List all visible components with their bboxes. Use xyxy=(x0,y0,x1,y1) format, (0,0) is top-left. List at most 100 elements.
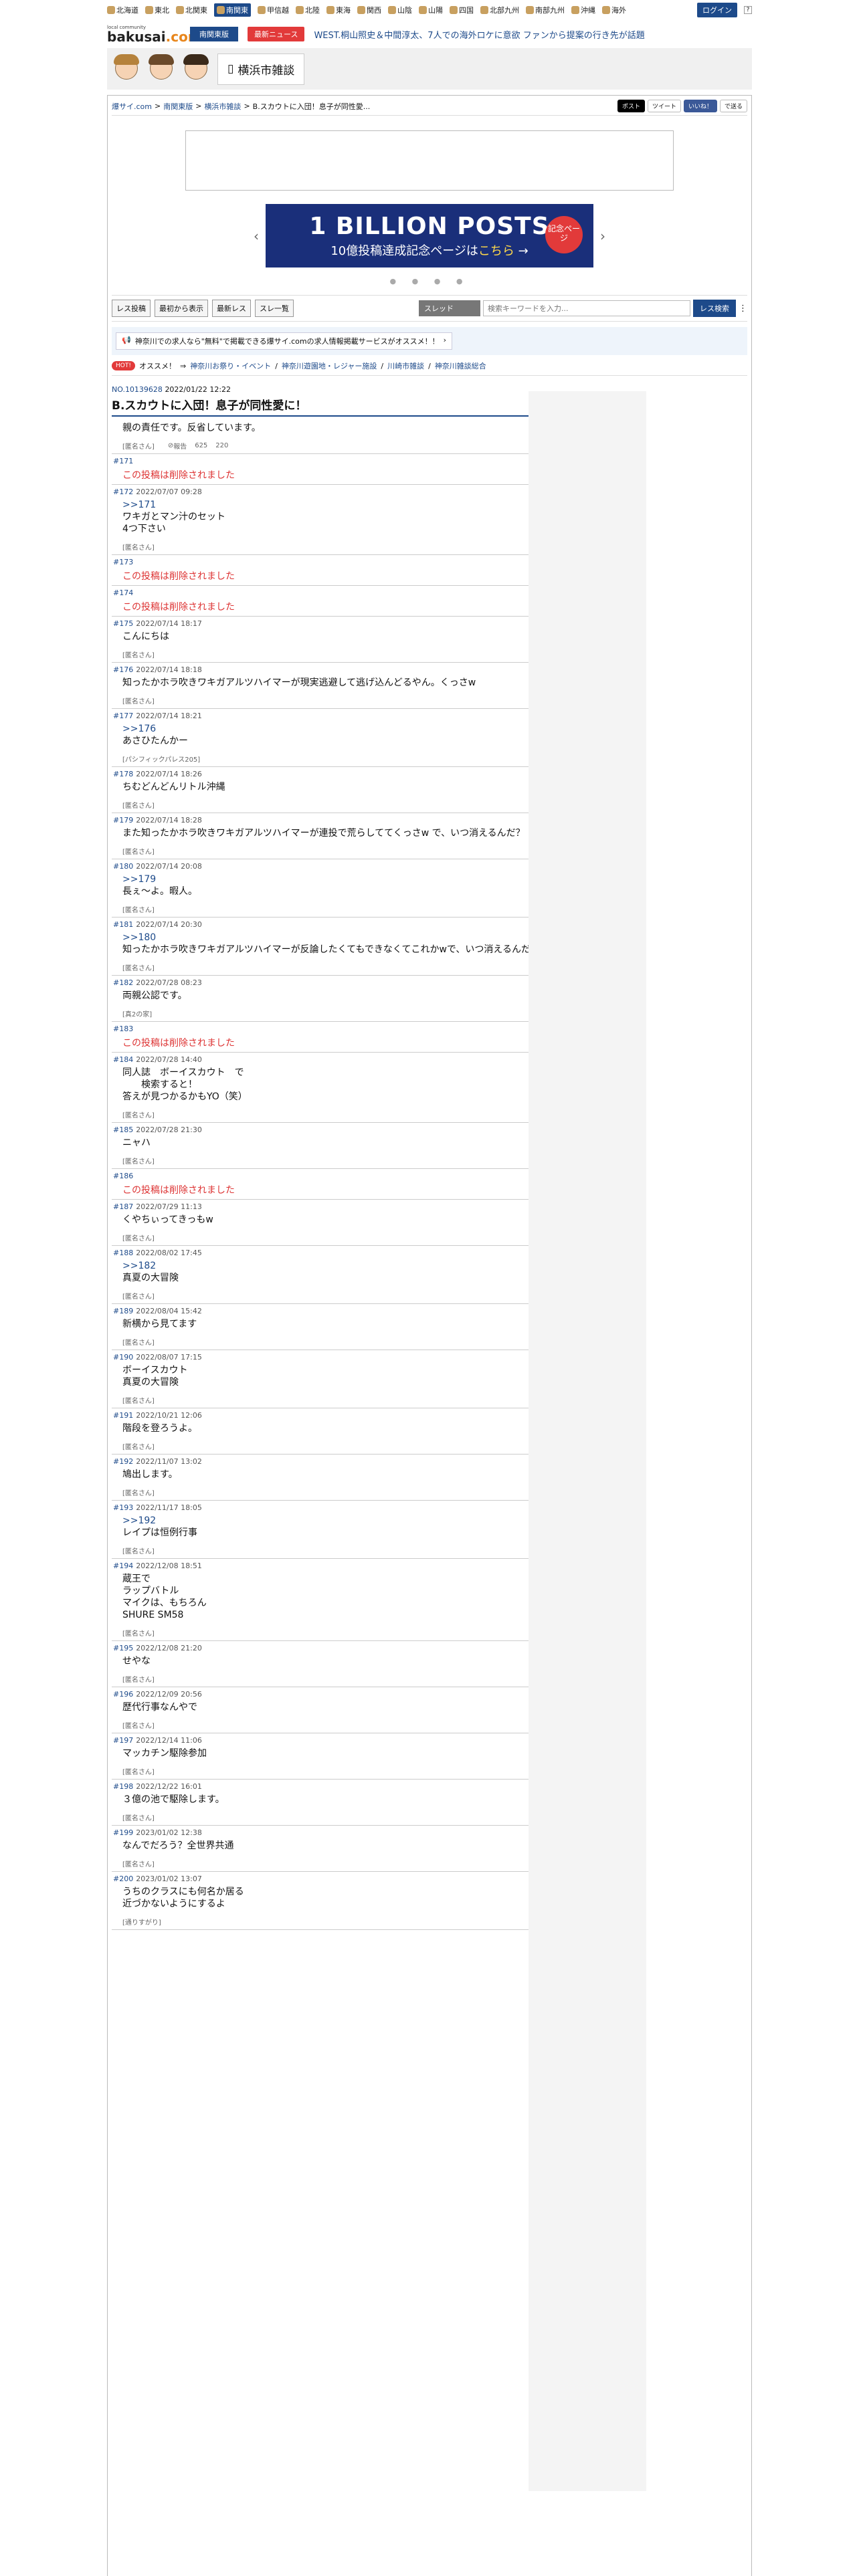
post-number[interactable]: #199 xyxy=(113,1828,133,1837)
search-input[interactable] xyxy=(483,300,690,316)
anniversary-banner[interactable]: 1 BILLION POSTS 10億投稿達成記念ページはこちら → 記念ページ xyxy=(266,204,593,267)
thread-meta: NO.10139628 2022/01/22 12:22 xyxy=(112,385,747,394)
post-date: 2022/12/08 21:20 xyxy=(136,1644,202,1652)
report-icon[interactable]: ⊘ xyxy=(168,442,173,449)
post-number[interactable]: #195 xyxy=(113,1644,133,1652)
post-number[interactable]: #192 xyxy=(113,1457,133,1466)
post-number[interactable]: #179 xyxy=(113,816,133,825)
region-icon xyxy=(107,6,115,14)
help-icon[interactable]: ? xyxy=(744,6,752,14)
region-edition-button[interactable]: 南関東版 xyxy=(190,27,238,41)
region-label: 東海 xyxy=(336,6,351,15)
post-number[interactable]: #181 xyxy=(113,920,133,929)
breadcrumb-item[interactable]: 南関東版 xyxy=(163,101,193,112)
region-link[interactable]: 北部九州 xyxy=(480,5,519,15)
reply-count: 220 xyxy=(215,442,229,449)
post-text: うちのクラスにも何名か居る 近づかないようにするよ xyxy=(122,1887,244,1909)
login-button[interactable]: ログイン xyxy=(697,3,737,17)
like-button[interactable]: いいね！ xyxy=(683,100,717,112)
post-number[interactable]: #177 xyxy=(113,712,133,720)
breadcrumb-item[interactable]: 爆サイ.com xyxy=(112,101,152,112)
post-number[interactable]: #182 xyxy=(113,978,133,987)
search-scope-select[interactable]: スレッド xyxy=(419,300,480,316)
region-link[interactable]: 海外 xyxy=(602,5,626,15)
poster-name: [匿名さん] xyxy=(122,652,155,659)
post-number[interactable]: #183 xyxy=(113,1025,133,1033)
post-date: 2022/07/29 11:13 xyxy=(136,1202,202,1211)
region-link[interactable]: 甲信越 xyxy=(258,5,289,15)
post-number[interactable]: #189 xyxy=(113,1307,133,1315)
post-date: 2022/12/22 16:01 xyxy=(136,1782,202,1791)
post-number[interactable]: #174 xyxy=(113,588,133,597)
post-number[interactable]: #191 xyxy=(113,1411,133,1420)
post-number[interactable]: #196 xyxy=(113,1690,133,1699)
post-number[interactable]: #188 xyxy=(113,1249,133,1257)
post-number[interactable]: #180 xyxy=(113,862,133,871)
post-number[interactable]: #187 xyxy=(113,1202,133,1211)
post-reply-button[interactable]: レス投稿 xyxy=(112,300,151,317)
region-link[interactable]: 沖縄 xyxy=(571,5,595,15)
recommend-link[interactable]: 川崎市雑談 xyxy=(387,360,424,371)
post-number[interactable]: #200 xyxy=(113,1874,133,1883)
region-link[interactable]: 東北 xyxy=(145,5,169,15)
thread-toolbar: レス投稿 最初から表示 最新レス スレ一覧 スレッド レス検索 ⋮ xyxy=(112,295,747,322)
x-post-button[interactable]: ポスト xyxy=(617,100,645,112)
carousel-next-icon[interactable]: › xyxy=(600,228,605,244)
news-headline-link[interactable]: WEST.桐山照史＆中間淳太、7人での海外ロケに意欲 ファンから提案の行き先が話… xyxy=(314,28,644,41)
post-number[interactable]: #197 xyxy=(113,1736,133,1745)
recommend-link[interactable]: 神奈川お祭り・イベント xyxy=(190,360,271,371)
post-number[interactable]: #172 xyxy=(113,488,133,496)
poster-name: [匿名さん] xyxy=(122,1490,155,1497)
latest-replies-button[interactable]: 最新レス xyxy=(212,300,251,317)
carousel-prev-icon[interactable]: ‹ xyxy=(254,228,259,244)
post-text: 同人誌 ボーイスカウト で 検索すると！ 答えが見つかるかもYO（笑） xyxy=(122,1067,248,1102)
post-number[interactable]: #186 xyxy=(113,1172,133,1180)
region-icon xyxy=(450,6,458,14)
post-date: 2022/12/08 18:51 xyxy=(136,1562,202,1570)
banner-subtitle: 10億投稿達成記念ページは xyxy=(330,244,478,258)
board-tab[interactable]: ▯ 横浜市雑談 xyxy=(217,53,305,85)
thread-list-button[interactable]: スレ一覧 xyxy=(255,300,294,317)
region-link[interactable]: 東海 xyxy=(326,5,351,15)
region-link[interactable]: 北関東 xyxy=(176,5,207,15)
ad-slot xyxy=(185,130,674,191)
report-link[interactable]: 報告 xyxy=(173,441,187,451)
post-number[interactable]: #173 xyxy=(113,558,133,566)
region-link[interactable]: 南部九州 xyxy=(526,5,565,15)
region-link[interactable]: 関西 xyxy=(357,5,381,15)
region-link[interactable]: 四国 xyxy=(450,5,474,15)
line-send-button[interactable]: で送る xyxy=(719,100,747,112)
show-from-start-button[interactable]: 最初から表示 xyxy=(155,300,208,317)
recommend-link[interactable]: 神奈川雑談総合 xyxy=(435,360,486,371)
post-number[interactable]: #171 xyxy=(113,457,133,465)
poster-name: [匿名さん] xyxy=(122,1861,155,1868)
breadcrumb-item[interactable]: 横浜市雑談 xyxy=(204,101,241,112)
tweet-button[interactable]: ツイート xyxy=(647,100,681,112)
post-text: レイプは恒例行事 xyxy=(122,1527,197,1538)
recommend-link[interactable]: 神奈川遊園地・レジャー施設 xyxy=(282,360,377,371)
region-link[interactable]: 北海道 xyxy=(107,5,138,15)
search-button[interactable]: レス検索 xyxy=(693,300,736,317)
post-number[interactable]: #184 xyxy=(113,1055,133,1064)
post-number[interactable]: #194 xyxy=(113,1562,133,1570)
more-icon[interactable]: ⋮ xyxy=(739,304,747,314)
job-promo-link[interactable]: 📢 神奈川での求人なら"無料"で掲載できる爆サイ.comの求人情報掲載サービスが… xyxy=(116,332,452,350)
post-number[interactable]: #178 xyxy=(113,770,133,778)
banner-link-text: こちら xyxy=(478,244,514,258)
region-icon xyxy=(217,6,225,14)
region-label: 海外 xyxy=(611,6,626,15)
post-number[interactable]: #198 xyxy=(113,1782,133,1791)
region-link[interactable]: 山陽 xyxy=(419,5,443,15)
site-logo[interactable]: local community bakusai.com xyxy=(107,25,202,43)
post-number[interactable]: #193 xyxy=(113,1503,133,1512)
region-link[interactable]: 南関東 xyxy=(214,3,251,17)
region-link[interactable]: 北陸 xyxy=(296,5,320,15)
post-number[interactable]: #175 xyxy=(113,619,133,628)
post-number[interactable]: #176 xyxy=(113,665,133,674)
post-text: 歴代行事なんやで xyxy=(122,1702,197,1713)
post-number[interactable]: #185 xyxy=(113,1125,133,1134)
region-link[interactable]: 山陰 xyxy=(388,5,412,15)
post-number[interactable]: #190 xyxy=(113,1353,133,1362)
breadcrumb: 爆サイ.com > 南関東版 > 横浜市雑談 > B.スカウトに入団！息子が同性愛..… xyxy=(112,100,747,116)
carousel-dots[interactable]: ● ● ● ● xyxy=(112,277,747,286)
